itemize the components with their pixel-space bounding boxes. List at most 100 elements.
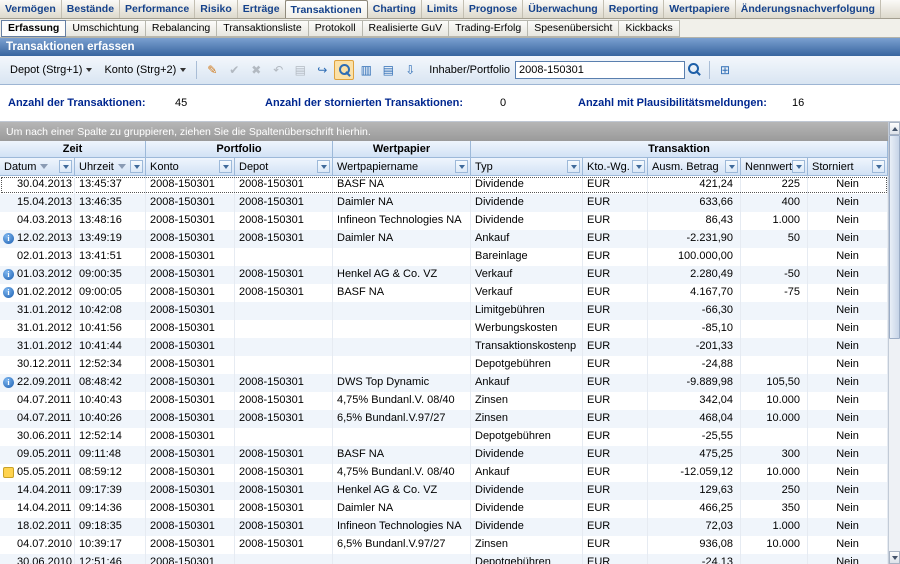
cell-uhrzeit: 13:41:51: [75, 248, 146, 266]
table-row[interactable]: 14.04.2011 09:14:36 2008-150301 2008-150…: [0, 500, 888, 518]
main-tab[interactable]: Wertpapiere: [664, 0, 736, 18]
main-tab[interactable]: Reporting: [604, 0, 665, 18]
scroll-down-button[interactable]: [889, 551, 900, 564]
sub-tab[interactable]: Protokoll: [308, 20, 363, 37]
main-tab[interactable]: Überwachung: [523, 0, 603, 18]
sub-tab[interactable]: Kickbacks: [618, 20, 679, 37]
filter-button[interactable]: [567, 160, 580, 173]
main-tab[interactable]: Performance: [120, 0, 195, 18]
filter-button[interactable]: [872, 160, 885, 173]
main-tab[interactable]: Limits: [422, 0, 464, 18]
sub-tab[interactable]: Umschichtung: [65, 20, 146, 37]
filter-button[interactable]: [219, 160, 232, 173]
sub-tab[interactable]: Transaktionsliste: [216, 20, 308, 37]
column-header[interactable]: Wertpapiername: [333, 158, 471, 176]
filter-button[interactable]: [725, 160, 738, 173]
table-row[interactable]: 05.05.2011 08:59:12 2008-150301 2008-150…: [0, 464, 888, 482]
table-row[interactable]: 15.04.2013 13:46:35 2008-150301 2008-150…: [0, 194, 888, 212]
column-header[interactable]: Kto.-Wg.: [583, 158, 648, 176]
sub-tab[interactable]: Realisierte GuV: [362, 20, 450, 37]
cell-wertpapiername: 6,5% Bundanl.V.97/27: [333, 536, 471, 554]
table-row[interactable]: 30.06.2010 12:51:46 2008-150301 Depotgeb…: [0, 554, 888, 564]
main-tab[interactable]: Risiko: [195, 0, 238, 18]
table-row[interactable]: 04.07.2011 10:40:43 2008-150301 2008-150…: [0, 392, 888, 410]
cell-kto-wg: EUR: [583, 464, 648, 482]
table-row[interactable]: 02.01.2013 13:41:51 2008-150301 Bareinla…: [0, 248, 888, 266]
cancel-changes-icon[interactable]: ✖: [246, 60, 266, 80]
group-header-label: Transaktion: [648, 143, 710, 155]
vertical-scrollbar[interactable]: [888, 122, 900, 564]
main-tab[interactable]: Charting: [368, 0, 422, 18]
cell-storniert: Nein: [808, 230, 888, 248]
inhaber-portfolio-input[interactable]: [515, 61, 685, 79]
cell-konto: 2008-150301: [146, 482, 235, 500]
table-row[interactable]: 30.06.2011 12:52:14 2008-150301 Depotgeb…: [0, 428, 888, 446]
cell-uhrzeit: 12:51:46: [75, 554, 146, 564]
cell-datum: 30.04.2013: [0, 176, 75, 194]
filter-button[interactable]: [455, 160, 468, 173]
table-row[interactable]: 04.07.2011 10:40:26 2008-150301 2008-150…: [0, 410, 888, 428]
table-row[interactable]: 31.01.2012 10:42:08 2008-150301 Limitgeb…: [0, 302, 888, 320]
table-row[interactable]: 09.05.2011 09:11:48 2008-150301 2008-150…: [0, 446, 888, 464]
select-portfolio-icon[interactable]: ⊞: [715, 60, 735, 80]
cell-uhrzeit: 09:18:35: [75, 518, 146, 536]
sub-tab[interactable]: Spesenübersicht: [527, 20, 619, 37]
main-tab[interactable]: Vermögen: [0, 0, 62, 18]
table-row[interactable]: 01.02.2012 09:00:05 2008-150301 2008-150…: [0, 284, 888, 302]
search-icon[interactable]: [687, 62, 703, 78]
column-header[interactable]: Depot: [235, 158, 333, 176]
main-tab[interactable]: Erträge: [238, 0, 286, 18]
cell-nennwert: 10.000: [741, 536, 808, 554]
sub-tab[interactable]: Trading-Erfolg: [448, 20, 528, 37]
copy-row-icon[interactable]: ▤: [290, 60, 310, 80]
table-row[interactable]: 22.09.2011 08:48:42 2008-150301 2008-150…: [0, 374, 888, 392]
main-tab[interactable]: Bestände: [62, 0, 120, 18]
preview-toggle-icon[interactable]: [334, 60, 354, 80]
table-row[interactable]: 31.01.2012 10:41:44 2008-150301 Transakt…: [0, 338, 888, 356]
column-header[interactable]: Typ: [471, 158, 583, 176]
undo-icon[interactable]: ↶: [268, 60, 288, 80]
sub-tab[interactable]: Rebalancing: [145, 20, 217, 37]
column-header[interactable]: Konto: [146, 158, 235, 176]
table-row[interactable]: 04.03.2013 13:48:16 2008-150301 2008-150…: [0, 212, 888, 230]
table-row[interactable]: 01.03.2012 09:00:35 2008-150301 2008-150…: [0, 266, 888, 284]
main-tab[interactable]: Änderungsnachverfolgung: [736, 0, 881, 18]
cell-depot: 2008-150301: [235, 194, 333, 212]
column-header[interactable]: Storniert: [808, 158, 888, 176]
import-icon[interactable]: ↪: [312, 60, 332, 80]
depot-dropdown-button[interactable]: Depot (Strg+1): [4, 61, 98, 79]
main-tab[interactable]: Prognose: [464, 0, 523, 18]
table-row[interactable]: 18.02.2011 09:18:35 2008-150301 2008-150…: [0, 518, 888, 536]
cell-uhrzeit: 10:42:08: [75, 302, 146, 320]
table-row[interactable]: 12.02.2013 13:49:19 2008-150301 2008-150…: [0, 230, 888, 248]
column-header-label: Datum: [4, 161, 36, 173]
filter-button[interactable]: [130, 160, 143, 173]
table-row[interactable]: 04.07.2010 10:39:17 2008-150301 2008-150…: [0, 536, 888, 554]
edit-transaction-icon[interactable]: ✎: [202, 60, 222, 80]
column-chooser-icon[interactable]: ▤: [378, 60, 398, 80]
column-header[interactable]: Ausm. Betrag: [648, 158, 741, 176]
cell-kto-wg: EUR: [583, 536, 648, 554]
filter-button[interactable]: [317, 160, 330, 173]
column-header[interactable]: Datum: [0, 158, 75, 176]
main-tab[interactable]: Transaktionen: [285, 0, 368, 18]
scroll-up-button[interactable]: [889, 122, 900, 135]
sort-icon[interactable]: ⇩: [400, 60, 420, 80]
table-row[interactable]: 30.04.2013 13:45:37 2008-150301 2008-150…: [0, 176, 888, 194]
table-row[interactable]: 30.12.2011 12:52:34 2008-150301 Depotgeb…: [0, 356, 888, 374]
filter-button[interactable]: [632, 160, 645, 173]
column-header[interactable]: Uhrzeit: [75, 158, 146, 176]
post-changes-icon[interactable]: ✔: [224, 60, 244, 80]
konto-dropdown-button[interactable]: Konto (Strg+2): [98, 61, 192, 79]
column-header[interactable]: Nennwert: [741, 158, 808, 176]
split-view-icon[interactable]: ▥: [356, 60, 376, 80]
table-row[interactable]: 31.01.2012 10:41:56 2008-150301 Werbungs…: [0, 320, 888, 338]
table-row[interactable]: 14.04.2011 09:17:39 2008-150301 2008-150…: [0, 482, 888, 500]
filter-button[interactable]: [59, 160, 72, 173]
sub-tab[interactable]: Erfassung: [1, 20, 66, 37]
cell-konto: 2008-150301: [146, 500, 235, 518]
cell-typ: Zinsen: [471, 410, 583, 428]
scrollbar-thumb[interactable]: [889, 135, 900, 339]
scrollbar-track[interactable]: [889, 135, 900, 551]
filter-button[interactable]: [792, 160, 805, 173]
